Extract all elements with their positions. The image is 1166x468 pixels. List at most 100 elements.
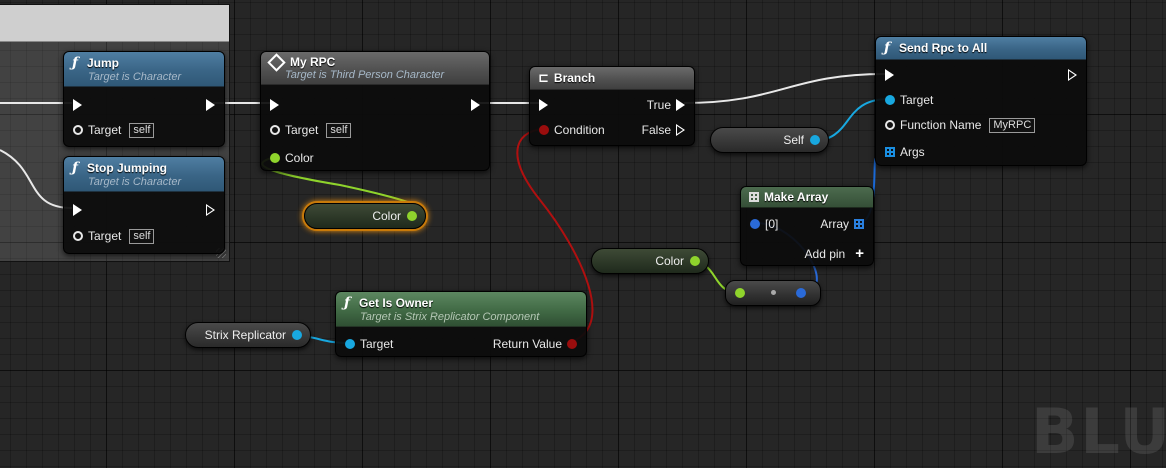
target-pin[interactable]: [345, 339, 355, 349]
exec-out-pin[interactable]: [471, 99, 480, 111]
node-stop-jumping[interactable]: ƒ Stop Jumping Target is Character Target…: [63, 156, 225, 254]
exec-in-pin-row[interactable]: [270, 97, 279, 113]
args-pin-row[interactable]: Args: [885, 144, 930, 160]
node-my-rpc-header[interactable]: My RPC Target is Third Person Character: [261, 52, 489, 85]
function-name-pin-row[interactable]: Function Name MyRPC: [885, 117, 1036, 133]
args-label: Args: [900, 145, 925, 159]
function-icon: ƒ: [344, 295, 351, 311]
exec-out-pin-row[interactable]: [206, 97, 215, 113]
exec-in-pin[interactable]: [73, 204, 82, 216]
color-pin[interactable]: [270, 153, 280, 163]
return-value-pin-row[interactable]: Return Value: [488, 336, 577, 352]
exec-out-pin-row[interactable]: [471, 97, 480, 113]
target-pin[interactable]: [73, 125, 83, 135]
exec-wire-branch-to-sendrpc[interactable]: [683, 73, 886, 104]
node-stop-jumping-header[interactable]: ƒ Stop Jumping Target is Character: [64, 157, 224, 192]
exec-out-pin-row[interactable]: [206, 202, 215, 218]
condition-pin[interactable]: [539, 125, 549, 135]
false-pin-row[interactable]: False: [637, 122, 685, 138]
var-label: Self: [783, 133, 804, 147]
function-icon: ƒ: [72, 55, 79, 71]
exec-in-pin[interactable]: [885, 69, 894, 81]
target-pin[interactable]: [885, 95, 895, 105]
node-subtitle: Target is Third Person Character: [285, 69, 445, 81]
target-label: Target: [900, 93, 934, 107]
plus-icon[interactable]: +: [855, 246, 864, 261]
node-subtitle: Target is Character: [88, 71, 182, 83]
exec-in-pin-row[interactable]: [73, 97, 82, 113]
node-send-rpc-to-all[interactable]: ƒ Send Rpc to All Target Function Name My…: [875, 36, 1087, 166]
target-pin[interactable]: [270, 125, 280, 135]
target-pin-row[interactable]: Target: [885, 92, 938, 108]
array-grid-icon: [749, 192, 759, 202]
var-color[interactable]: Color: [591, 248, 709, 274]
var-label: Color: [372, 209, 401, 223]
exec-out-pin[interactable]: [206, 99, 215, 111]
function-icon: ƒ: [72, 160, 79, 176]
return-value-pin[interactable]: [567, 339, 577, 349]
index-pin-row[interactable]: [0]: [750, 216, 783, 232]
target-label: Target: [88, 229, 122, 243]
target-label: Target: [88, 123, 122, 137]
add-pin-row[interactable]: Add pin +: [800, 246, 864, 262]
node-title: My RPC: [290, 55, 336, 69]
exec-in-pin[interactable]: [270, 99, 279, 111]
target-pin-row[interactable]: Target self: [73, 122, 155, 138]
add-pin-label: Add pin: [804, 247, 846, 261]
var-out-pin[interactable]: [810, 135, 820, 145]
function-name-value[interactable]: MyRPC: [989, 117, 1036, 133]
exec-out-pin[interactable]: [1068, 69, 1077, 81]
conversion-node[interactable]: [725, 280, 821, 306]
node-make-array[interactable]: Make Array [0] Array Add pin +: [740, 186, 874, 266]
conversion-out-pin[interactable]: [796, 288, 806, 298]
array-out-pin[interactable]: [854, 219, 864, 229]
exec-out-pin[interactable]: [206, 204, 215, 216]
conversion-center-dot: [771, 290, 776, 295]
target-pin-row[interactable]: Target: [345, 336, 398, 352]
exec-in-pin[interactable]: [73, 99, 82, 111]
array-pin-row[interactable]: Array: [815, 216, 864, 232]
node-branch-header[interactable]: ⊏ Branch: [530, 67, 694, 90]
node-jump[interactable]: ƒ Jump Target is Character Target self: [63, 51, 225, 147]
comment-title-bar[interactable]: [0, 5, 229, 42]
node-subtitle: Target is Strix Replicator Component: [360, 311, 540, 323]
function-name-pin[interactable]: [885, 120, 895, 130]
var-out-pin[interactable]: [407, 211, 417, 221]
node-make-array-header[interactable]: Make Array: [741, 187, 873, 208]
node-my-rpc[interactable]: My RPC Target is Third Person Character …: [260, 51, 490, 171]
exec-out-pin-row[interactable]: [1068, 67, 1077, 83]
node-get-is-owner[interactable]: ƒ Get Is Owner Target is Strix Replicator…: [335, 291, 587, 357]
index-0-pin[interactable]: [750, 219, 760, 229]
target-value[interactable]: self: [129, 228, 155, 244]
var-strix-replicator[interactable]: Strix Replicator: [185, 322, 311, 348]
exec-in-pin-row[interactable]: [539, 97, 548, 113]
true-pin-row[interactable]: True: [642, 97, 685, 113]
conversion-in-pin[interactable]: [735, 288, 745, 298]
node-jump-header[interactable]: ƒ Jump Target is Character: [64, 52, 224, 87]
node-branch[interactable]: ⊏ Branch True Condition False: [529, 66, 695, 146]
target-value[interactable]: self: [129, 122, 155, 138]
target-pin-row[interactable]: Target self: [73, 228, 155, 244]
var-color-selected[interactable]: Color: [304, 203, 426, 229]
true-label: True: [646, 98, 671, 112]
node-title: Stop Jumping: [87, 161, 167, 175]
exec-in-pin[interactable]: [539, 99, 548, 111]
color-pin-row[interactable]: Color: [270, 150, 319, 166]
true-exec-pin[interactable]: [676, 99, 685, 111]
node-get-is-owner-header[interactable]: ƒ Get Is Owner Target is Strix Replicator…: [336, 292, 586, 327]
var-out-pin[interactable]: [690, 256, 700, 266]
condition-pin-row[interactable]: Condition: [539, 122, 610, 138]
var-out-pin[interactable]: [292, 330, 302, 340]
target-pin[interactable]: [73, 231, 83, 241]
args-array-pin[interactable]: [885, 147, 895, 157]
target-value[interactable]: self: [326, 122, 352, 138]
var-self[interactable]: Self: [710, 127, 829, 153]
exec-in-pin-row[interactable]: [885, 67, 894, 83]
target-pin-row[interactable]: Target self: [270, 122, 352, 138]
false-exec-pin[interactable]: [676, 124, 685, 136]
node-send-rpc-header[interactable]: ƒ Send Rpc to All: [876, 37, 1086, 60]
node-title: Jump: [87, 56, 120, 70]
function-icon: ƒ: [884, 40, 891, 56]
exec-in-pin-row[interactable]: [73, 202, 82, 218]
node-title: Send Rpc to All: [899, 41, 988, 55]
